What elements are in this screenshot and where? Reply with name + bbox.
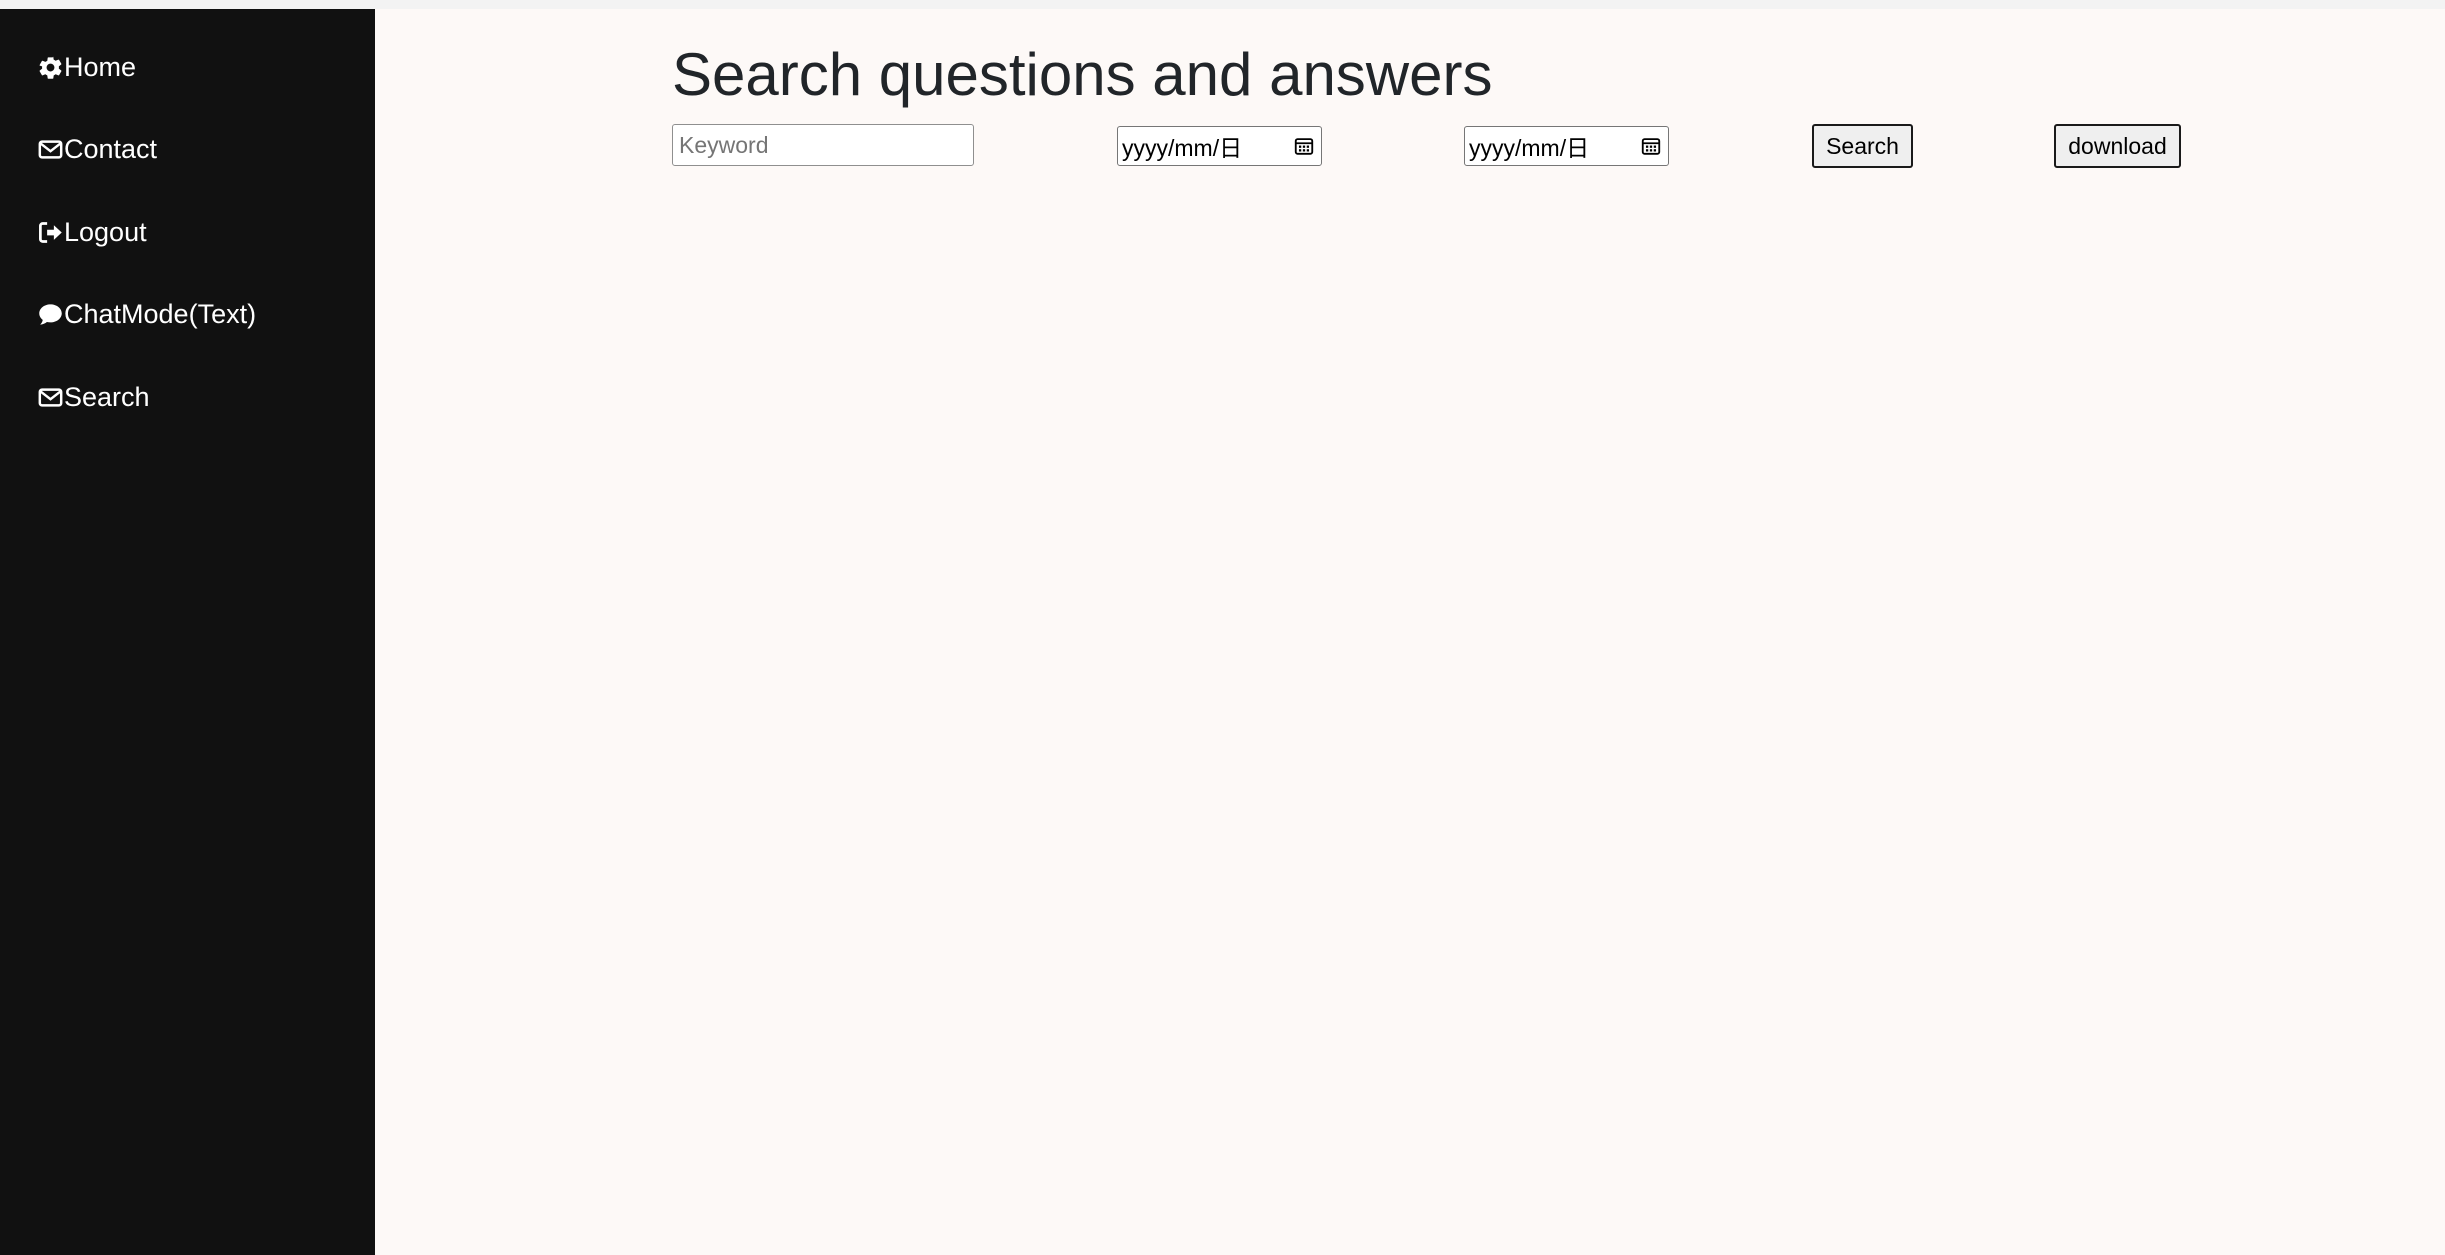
sidebar-item-label: Logout xyxy=(64,216,147,247)
search-button[interactable]: Search xyxy=(1812,124,1913,168)
sidebar-item-label: Home xyxy=(64,51,137,82)
start-date-input[interactable]: yyyy/mm/日 xyxy=(1117,126,1322,166)
comment-icon xyxy=(37,301,64,328)
sidebar-item-chatmode[interactable]: ChatMode(Text) xyxy=(37,294,256,334)
gear-icon xyxy=(37,54,64,81)
sidebar: Home Contact Logout ChatMode(Text) Searc… xyxy=(0,9,375,1255)
sidebar-item-home[interactable]: Home xyxy=(37,47,136,87)
sidebar-item-logout[interactable]: Logout xyxy=(37,212,147,252)
calendar-icon[interactable] xyxy=(1292,134,1316,158)
main-content: Search questions and answers yyyy/mm/日 y… xyxy=(375,9,2445,1255)
calendar-icon[interactable] xyxy=(1639,134,1663,158)
download-button[interactable]: download xyxy=(2054,124,2181,168)
sidebar-item-label: Search xyxy=(64,381,150,412)
keyword-input[interactable] xyxy=(672,124,974,166)
end-date-input[interactable]: yyyy/mm/日 xyxy=(1464,126,1669,166)
sidebar-item-label: ChatMode(Text) xyxy=(64,298,257,329)
envelope-icon xyxy=(37,384,64,411)
start-date-text: yyyy/mm/日 xyxy=(1122,135,1243,161)
envelope-icon xyxy=(37,136,64,163)
sidebar-item-label: Contact xyxy=(64,133,158,164)
sidebar-item-contact[interactable]: Contact xyxy=(37,129,157,169)
sign-out-icon xyxy=(37,219,64,246)
sidebar-item-search[interactable]: Search xyxy=(37,377,150,417)
page-title: Search questions and answers xyxy=(672,41,1493,108)
end-date-text: yyyy/mm/日 xyxy=(1469,135,1590,161)
